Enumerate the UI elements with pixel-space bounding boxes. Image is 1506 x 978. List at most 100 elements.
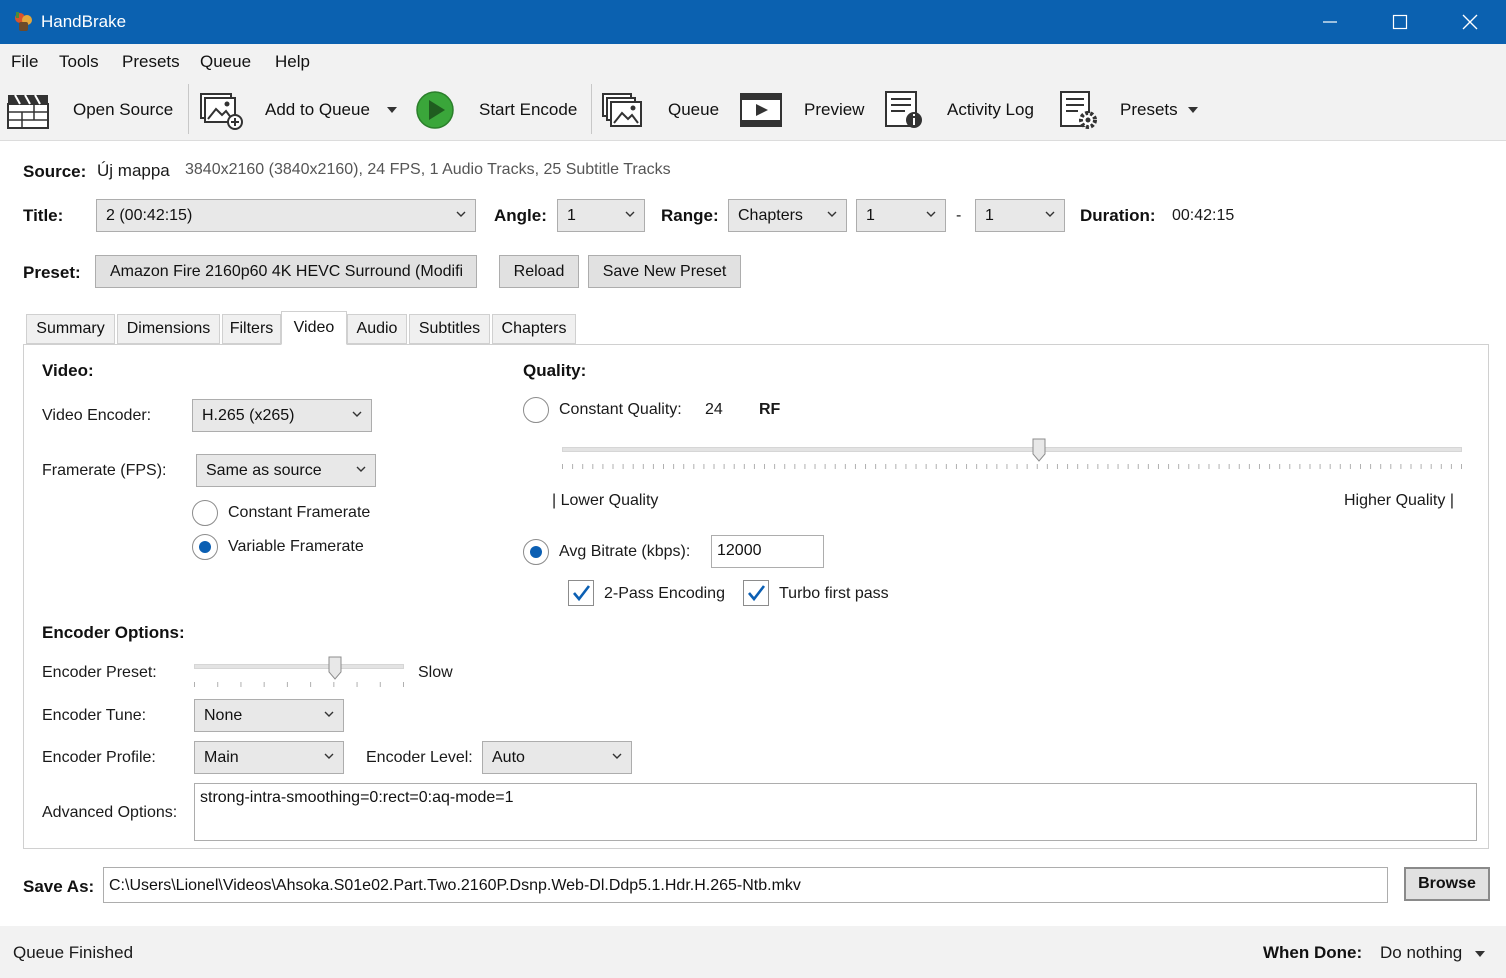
window-title: HandBrake	[41, 12, 127, 31]
status-bar: Queue Finished When Done: Do nothing	[0, 926, 1506, 978]
play-icon[interactable]	[414, 90, 458, 130]
constant-quality-label: Constant Quality:	[559, 401, 682, 418]
encoder-preset-slider-ticks	[194, 682, 404, 687]
checkmark-icon	[573, 585, 591, 602]
two-pass-label: 2-Pass Encoding	[604, 585, 725, 602]
maximize-icon	[1392, 14, 1408, 30]
encoder-tune-label: Encoder Tune:	[42, 707, 147, 724]
close-button[interactable]	[1435, 0, 1505, 44]
title-select[interactable]: 2 (00:42:15)	[96, 199, 476, 232]
framerate-select[interactable]: Same as source	[196, 454, 376, 487]
tab-chapters[interactable]: Chapters	[492, 314, 576, 344]
chevron-down-icon	[456, 211, 466, 217]
encoder-profile-select[interactable]: Main	[194, 741, 344, 774]
framerate-label: Framerate (FPS):	[42, 462, 167, 479]
turbo-first-pass-label: Turbo first pass	[779, 585, 889, 602]
add-to-queue-button[interactable]: Add to Queue	[265, 100, 370, 120]
video-heading: Video:	[42, 361, 94, 380]
lower-quality-label: | Lower Quality	[552, 492, 659, 509]
source-info: 3840x2160 (3840x2160), 24 FPS, 1 Audio T…	[185, 161, 671, 178]
start-encode-button[interactable]: Start Encode	[479, 100, 577, 120]
close-icon	[1462, 14, 1478, 30]
add-image-icon[interactable]	[199, 90, 243, 130]
checkmark-icon	[748, 585, 766, 602]
chevron-down-icon	[625, 211, 635, 217]
menu-bar: File Tools Presets Queue Help	[0, 44, 1506, 78]
advanced-options-textarea[interactable]: strong-intra-smoothing=0:rect=0:aq-mode=…	[194, 783, 1477, 841]
add-to-queue-dropdown-icon[interactable]	[387, 107, 397, 113]
menu-file[interactable]: File	[11, 52, 38, 72]
preview-button[interactable]: Preview	[804, 100, 864, 120]
tab-video[interactable]: Video	[281, 311, 347, 345]
two-pass-checkbox[interactable]	[568, 580, 594, 606]
tab-subtitles[interactable]: Subtitles	[409, 314, 490, 344]
save-as-label: Save As:	[23, 877, 95, 896]
browse-button[interactable]: Browse	[1404, 867, 1490, 901]
save-as-path-input[interactable]: C:\Users\Lionel\Videos\Ahsoka.S01e02.Par…	[103, 867, 1388, 903]
save-new-preset-button[interactable]: Save New Preset	[588, 255, 741, 288]
menu-queue[interactable]: Queue	[200, 52, 251, 72]
range-start-select[interactable]: 1	[856, 199, 946, 232]
source-name: Új mappa	[97, 161, 170, 180]
quality-heading: Quality:	[523, 361, 587, 380]
film-preview-icon[interactable]	[739, 90, 783, 130]
chevron-down-icon	[324, 753, 334, 759]
maximize-button[interactable]	[1365, 0, 1435, 44]
rf-unit: RF	[759, 401, 781, 418]
title-label: Title:	[23, 206, 64, 225]
quality-slider-ticks	[562, 464, 1462, 469]
higher-quality-label: Higher Quality |	[1344, 492, 1454, 509]
constant-quality-radio[interactable]	[523, 397, 549, 423]
title-bar: HandBrake	[0, 0, 1506, 44]
avg-bitrate-label: Avg Bitrate (kbps):	[559, 543, 691, 560]
handbrake-logo-icon	[15, 12, 32, 31]
quality-slider-thumb[interactable]	[1032, 438, 1046, 462]
queue-icon[interactable]	[601, 90, 645, 130]
turbo-first-pass-checkbox[interactable]	[743, 580, 769, 606]
encoder-preset-value: Slow	[418, 664, 453, 681]
tab-summary[interactable]: Summary	[26, 314, 115, 344]
encoder-options-heading: Encoder Options:	[42, 623, 185, 642]
tab-audio[interactable]: Audio	[347, 314, 407, 344]
encoder-level-select[interactable]: Auto	[482, 741, 632, 774]
constant-framerate-radio[interactable]	[192, 500, 218, 526]
queue-button[interactable]: Queue	[668, 100, 719, 120]
encoder-profile-label: Encoder Profile:	[42, 749, 156, 766]
menu-presets[interactable]: Presets	[122, 52, 180, 72]
presets-gear-icon[interactable]	[1058, 90, 1102, 130]
chevron-down-icon	[324, 711, 334, 717]
chevron-down-icon	[356, 466, 366, 472]
activity-log-icon[interactable]	[883, 90, 927, 130]
when-done-select[interactable]: Do nothing	[1380, 943, 1462, 963]
tab-filters[interactable]: Filters	[222, 314, 281, 344]
video-encoder-select[interactable]: H.265 (x265)	[192, 399, 372, 432]
menu-tools[interactable]: Tools	[59, 52, 99, 72]
angle-select[interactable]: 1	[557, 199, 645, 232]
reload-button[interactable]: Reload	[499, 255, 579, 288]
tab-dimensions[interactable]: Dimensions	[117, 314, 220, 344]
activity-log-button[interactable]: Activity Log	[947, 100, 1034, 120]
variable-framerate-radio[interactable]	[192, 534, 218, 560]
menu-help[interactable]: Help	[275, 52, 310, 72]
encoder-tune-select[interactable]: None	[194, 699, 344, 732]
minimize-button[interactable]	[1295, 0, 1365, 44]
angle-label: Angle:	[494, 206, 547, 225]
presets-dropdown-icon[interactable]	[1188, 107, 1198, 113]
avg-bitrate-input[interactable]: 12000	[711, 535, 824, 568]
encoder-preset-slider-thumb[interactable]	[328, 656, 342, 680]
presets-button[interactable]: Presets	[1120, 100, 1178, 120]
encoder-preset-slider-track[interactable]	[194, 664, 404, 669]
range-label: Range:	[661, 206, 719, 225]
encoder-preset-label: Encoder Preset:	[42, 664, 157, 681]
open-source-button[interactable]: Open Source	[73, 100, 173, 120]
range-end-select[interactable]: 1	[975, 199, 1065, 232]
avg-bitrate-radio[interactable]	[523, 539, 549, 565]
when-done-dropdown-icon[interactable]	[1475, 951, 1485, 957]
range-dash: -	[956, 207, 962, 224]
clapperboard-icon[interactable]	[6, 90, 50, 130]
constant-quality-value: 24	[705, 401, 723, 418]
preset-select[interactable]: Amazon Fire 2160p60 4K HEVC Surround (Mo…	[95, 255, 477, 288]
quality-slider-track[interactable]	[562, 447, 1462, 452]
range-type-select[interactable]: Chapters	[728, 199, 847, 232]
status-text: Queue Finished	[13, 943, 134, 962]
